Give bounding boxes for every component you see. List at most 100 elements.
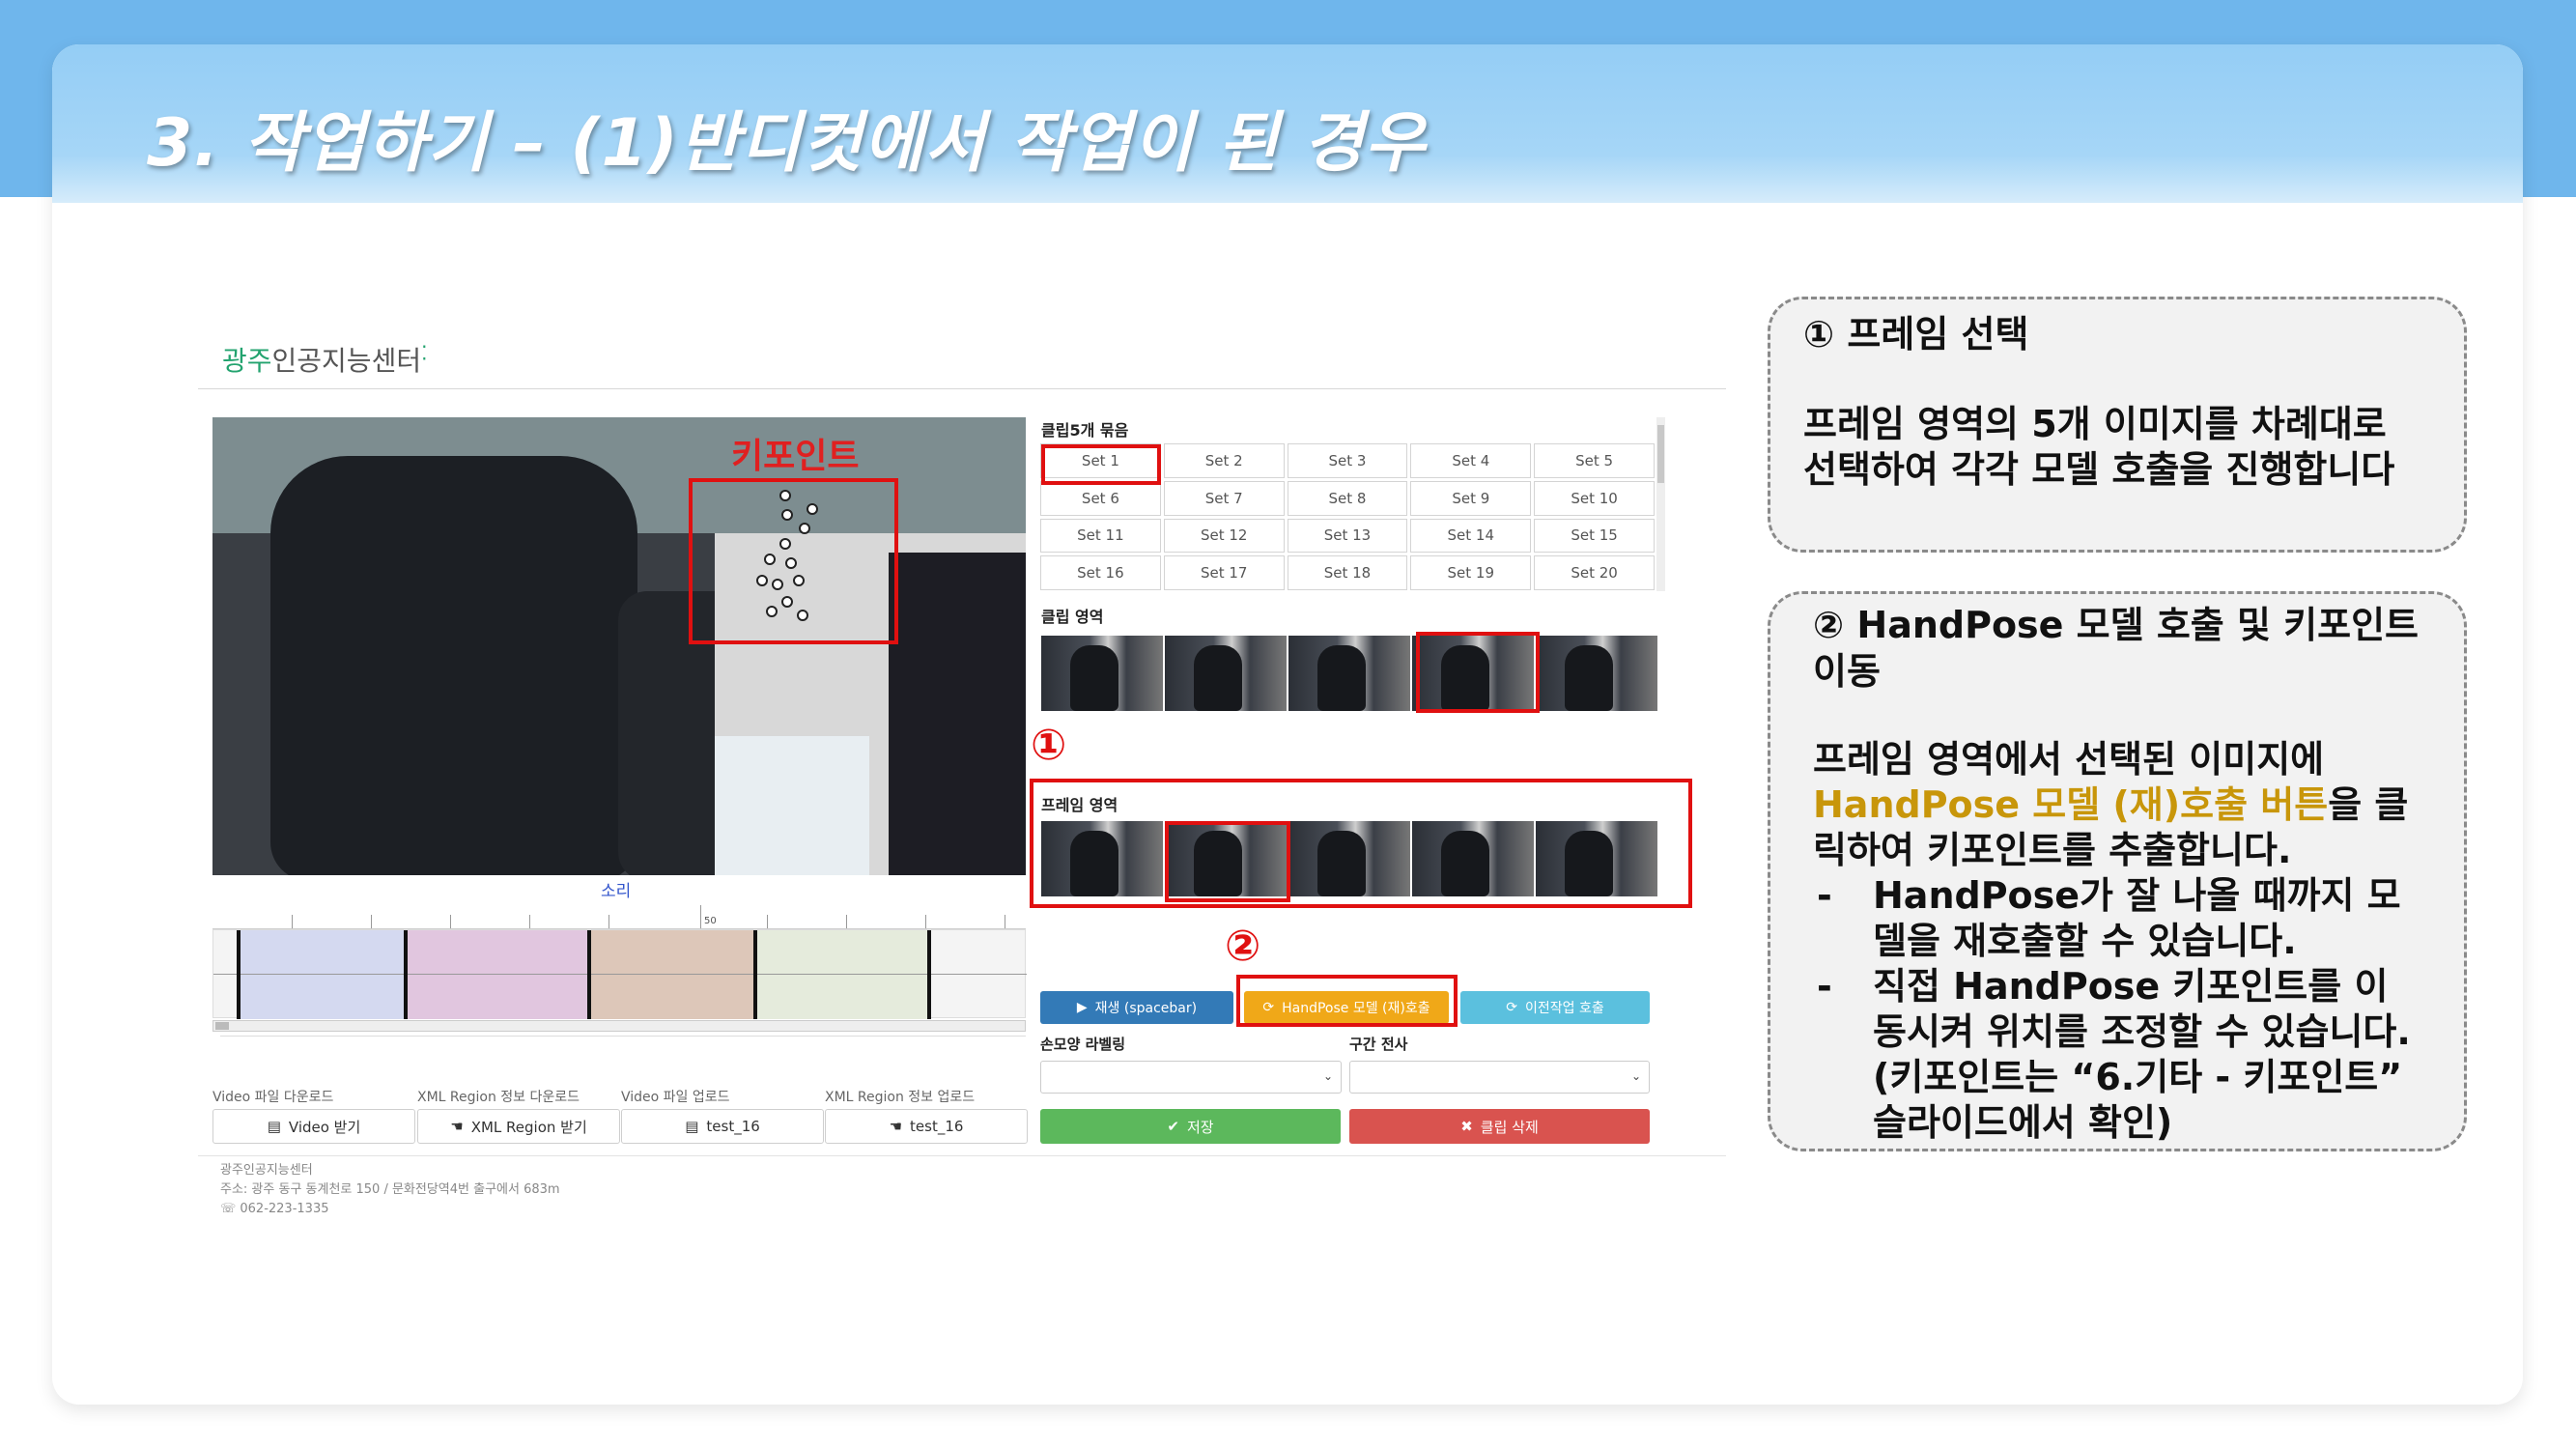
audio-region[interactable] [589, 930, 755, 1019]
set-button[interactable]: Set 16 [1040, 555, 1161, 590]
set-button[interactable]: Set 12 [1163, 518, 1285, 554]
callout-body: 프레임 영역의 5개 이미지를 차례대로 선택하여 각각 모델 호출을 진행합니… [1803, 403, 2395, 491]
set-button[interactable]: Set 15 [1534, 518, 1655, 554]
bullet-mark: - [1817, 874, 1832, 917]
clip-thumbnail[interactable] [1041, 636, 1163, 711]
set-button[interactable]: Set 2 [1163, 443, 1285, 478]
minimap-ruler [220, 1036, 1026, 1057]
save-icon: ▤ [685, 1118, 699, 1135]
video-upload-button[interactable]: ▤ test_16 [621, 1109, 824, 1144]
scroll-thumb[interactable] [215, 1022, 229, 1030]
region-boundary[interactable] [927, 930, 931, 1019]
set-button[interactable]: Set 8 [1287, 480, 1408, 516]
clip-thumbnail[interactable] [1165, 636, 1287, 711]
clip-thumbnail[interactable] [1536, 636, 1657, 711]
ruler-tick [767, 915, 768, 928]
keypoint[interactable] [779, 490, 791, 501]
bullet-item: - 직접 HandPose 키포인트를 이동시켜 위치를 조정할 수 있습니다. … [1813, 964, 2421, 1146]
footer-phone-row: ☏ 062-223-1335 [220, 1200, 560, 1219]
keypoint[interactable] [756, 575, 768, 586]
frame-strip [1041, 821, 1657, 896]
upload-label: Video 파일 업로드 [621, 1090, 730, 1105]
set-button[interactable]: Set 9 [1410, 480, 1532, 516]
keypoint[interactable] [785, 557, 797, 569]
audio-region[interactable] [755, 930, 929, 1019]
keypoint[interactable] [781, 509, 793, 521]
video-player[interactable] [212, 417, 1026, 875]
download-label: XML Region 정보 다운로드 [417, 1090, 580, 1105]
set-button[interactable]: Set 5 [1534, 443, 1655, 478]
callout-heading: ① 프레임 선택 [1803, 313, 2029, 355]
keypoint[interactable] [779, 538, 791, 550]
button-label: test_16 [706, 1118, 760, 1135]
frame-thumbnail[interactable] [1536, 821, 1657, 896]
audio-waveform[interactable] [212, 929, 1027, 1019]
set-button[interactable]: Set 19 [1410, 555, 1532, 590]
check-icon: ✔ [1167, 1118, 1179, 1135]
timeline-ruler: 50 [212, 905, 1026, 929]
scroll-thumb[interactable] [1657, 425, 1664, 483]
audio-region[interactable] [406, 930, 589, 1019]
ruler-tick [371, 915, 372, 928]
marker-one: ① [1031, 721, 1067, 770]
region-boundary[interactable] [753, 930, 757, 1019]
frame-thumbnail[interactable] [1288, 821, 1410, 896]
set-button[interactable]: Set 7 [1163, 480, 1285, 516]
keypoint[interactable] [799, 523, 810, 534]
video-download-button[interactable]: ▤ Video 받기 [212, 1109, 415, 1144]
frame-thumbnail[interactable] [1041, 821, 1163, 896]
play-button[interactable]: ▶ 재생 (spacebar) [1040, 991, 1233, 1024]
keypoint[interactable] [781, 596, 793, 608]
set-button[interactable]: Set 4 [1410, 443, 1532, 478]
previous-work-button[interactable]: ⟳ 이전작업 호출 [1460, 991, 1650, 1024]
set-button[interactable]: Set 11 [1040, 518, 1161, 554]
region-boundary[interactable] [587, 930, 591, 1019]
keypoint-highlight-box [689, 478, 898, 644]
save-button[interactable]: ✔ 저장 [1040, 1109, 1341, 1144]
keypoint[interactable] [793, 575, 805, 586]
button-label: 재생 (spacebar) [1094, 1001, 1198, 1016]
region-boundary[interactable] [404, 930, 408, 1019]
sound-label: 소리 [601, 882, 632, 901]
frame-thumbnail[interactable] [1412, 821, 1534, 896]
passenger-bag [715, 736, 869, 875]
hand-label-select[interactable]: ⌄ [1040, 1061, 1342, 1094]
bullet-text: 직접 HandPose 키포인트를 이동시켜 위치를 조정할 수 있습니다. (… [1873, 965, 2411, 1144]
refresh-icon: ⟳ [1506, 1000, 1517, 1015]
clip-bundle-title: 클립5개 묶음 [1041, 421, 1129, 440]
keypoint[interactable] [797, 610, 808, 621]
set-button[interactable]: Set 6 [1040, 480, 1161, 516]
set-button[interactable]: Set 18 [1287, 555, 1408, 590]
waveform-scrollbar[interactable] [212, 1020, 1026, 1032]
footer: 광주인공지능센터 주소: 광주 동구 동계천로 150 / 문화전당역4번 출구… [220, 1161, 560, 1219]
callout-frame-select: ① 프레임 선택 프레임 영역의 5개 이미지를 차례대로 선택하여 각각 모델… [1768, 297, 2467, 553]
set-button[interactable]: Set 3 [1287, 443, 1408, 478]
section-copy-select[interactable]: ⌄ [1349, 1061, 1650, 1094]
passenger-dress [889, 553, 1026, 875]
delete-clip-button[interactable]: ✖ 클립 삭제 [1349, 1109, 1650, 1144]
set-list-scrollbar[interactable] [1656, 417, 1665, 591]
clip-thumbnail[interactable] [1288, 636, 1410, 711]
set-button[interactable]: Set 20 [1534, 555, 1655, 590]
keypoint[interactable] [766, 606, 778, 617]
slide-title: 3. 작업하기 – (1)반디컷에서 작업이 된 경우 [147, 105, 1427, 182]
keypoint[interactable] [764, 554, 776, 565]
set-button[interactable]: Set 14 [1410, 518, 1532, 554]
keypoint[interactable] [807, 503, 818, 515]
region-boundary[interactable] [237, 930, 241, 1019]
xml-upload-button[interactable]: ☚ test_16 [825, 1109, 1028, 1144]
set-button[interactable]: Set 17 [1163, 555, 1285, 590]
button-label: 이전작업 호출 [1525, 1001, 1604, 1016]
xml-download-button[interactable]: ☚ XML Region 받기 [417, 1109, 620, 1144]
clip-strip [1041, 636, 1657, 711]
ruler-tick [925, 915, 926, 928]
audio-region[interactable] [239, 930, 406, 1019]
bullet-item: - HandPose가 잘 나올 때까지 모델을 재호출할 수 있습니다. [1813, 873, 2421, 964]
button-label: XML Region 받기 [470, 1118, 587, 1136]
set-button[interactable]: Set 13 [1287, 518, 1408, 554]
phone-icon: ☏ [220, 1202, 241, 1216]
center-logo: 광주인공지능센터⁚ [222, 340, 427, 379]
footer-name: 광주인공지능센터 [220, 1163, 313, 1178]
keypoint[interactable] [772, 579, 783, 590]
set-button[interactable]: Set 10 [1534, 480, 1655, 516]
